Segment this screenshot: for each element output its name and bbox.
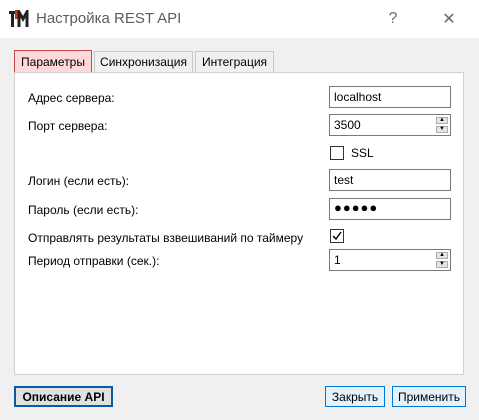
ssl-checkbox[interactable] xyxy=(330,146,344,160)
password-input[interactable]: ●●●●● xyxy=(329,198,451,220)
close-window-button[interactable]: ✕ xyxy=(434,7,464,31)
timer-send-label: Отправлять результаты взвешиваний по тай… xyxy=(28,231,304,245)
tab-parameters[interactable]: Параметры xyxy=(14,50,92,73)
timer-send-checkbox[interactable] xyxy=(330,229,344,243)
help-button[interactable]: ? xyxy=(378,7,408,31)
password-label: Пароль (если есть): xyxy=(28,203,139,217)
spin-down-icon[interactable]: ▼ xyxy=(436,126,448,133)
server-address-input[interactable]: localhost xyxy=(329,86,451,108)
server-address-value: localhost xyxy=(334,90,382,104)
apply-button[interactable]: Применить xyxy=(392,386,466,407)
server-port-spin-arrows[interactable]: ▲ ▼ xyxy=(436,117,448,133)
close-button[interactable]: Закрыть xyxy=(325,386,385,407)
tab-integration[interactable]: Интеграция xyxy=(195,51,274,72)
send-period-label: Период отправки (сек.): xyxy=(28,254,160,268)
server-port-label: Порт сервера: xyxy=(28,119,108,133)
send-period-spin-arrows[interactable]: ▲ ▼ xyxy=(436,252,448,268)
login-label: Логин (если есть): xyxy=(28,174,130,188)
login-value: test xyxy=(334,173,354,187)
server-port-spinbox[interactable]: 3500 ▲ ▼ xyxy=(329,114,451,136)
password-value: ●●●●● xyxy=(334,200,379,215)
spin-up-icon[interactable]: ▲ xyxy=(436,117,448,124)
window-title: Настройка REST API xyxy=(36,10,182,27)
ssl-label: SSL xyxy=(351,146,374,160)
server-address-label: Адрес сервера: xyxy=(28,91,115,105)
spin-down-icon[interactable]: ▼ xyxy=(436,261,448,268)
tab-synchronization[interactable]: Синхронизация xyxy=(94,51,193,72)
title-bar: Настройка REST API ? ✕ xyxy=(0,0,479,38)
api-description-button[interactable]: Описание API xyxy=(14,386,113,407)
send-period-spinbox[interactable]: 1 ▲ ▼ xyxy=(329,249,451,271)
checkmark-icon xyxy=(332,231,342,241)
server-port-value: 3500 xyxy=(334,118,361,132)
login-input[interactable]: test xyxy=(329,169,451,191)
send-period-value: 1 xyxy=(334,253,341,267)
spin-up-icon[interactable]: ▲ xyxy=(436,252,448,259)
app-logo-tm-icon xyxy=(9,10,29,27)
